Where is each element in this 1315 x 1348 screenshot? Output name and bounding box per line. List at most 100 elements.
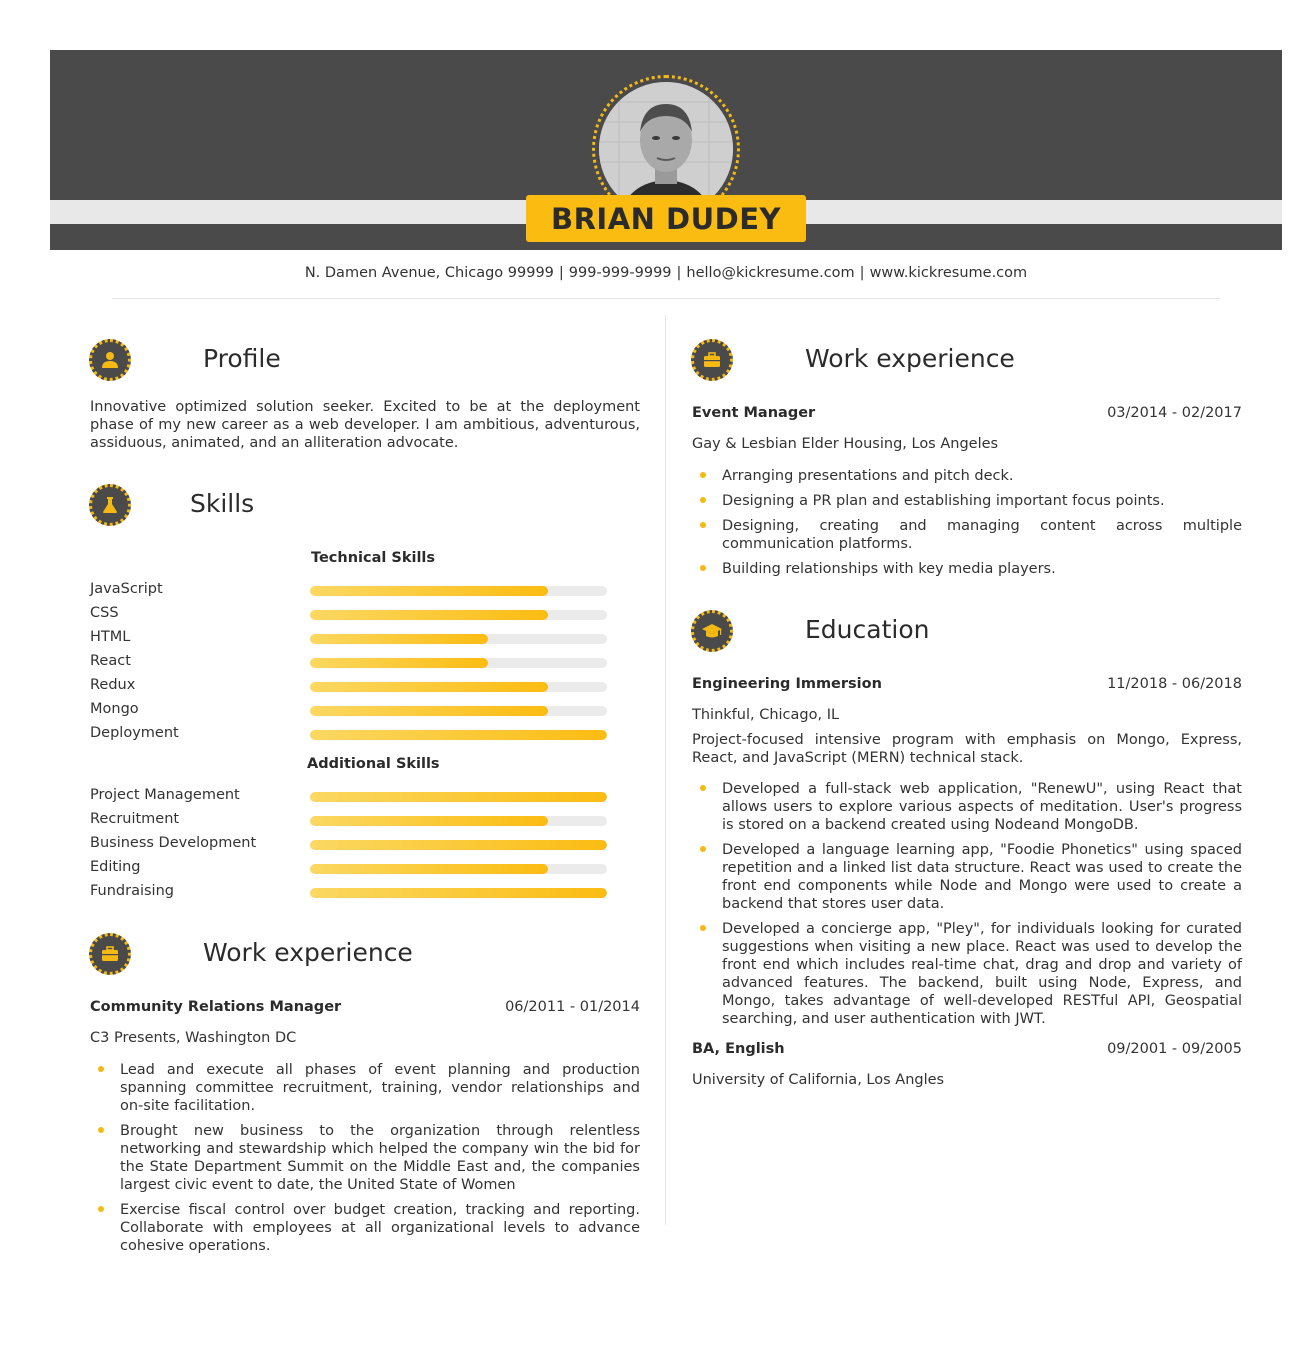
job-bullets: Lead and execute all phases of event pla… [90, 1061, 640, 1262]
skill-bar-track [310, 610, 607, 620]
education-title: Engineering Immersion [692, 676, 882, 692]
skill-label: Recruitment [90, 811, 180, 827]
skill-bar-track [310, 730, 607, 740]
skill-row: React [90, 650, 607, 674]
name-plate: BRIAN DUDEY [526, 195, 806, 242]
skill-bar-fill [310, 706, 548, 716]
education-dates: 11/2018 - 06/2018 [1107, 676, 1242, 692]
skill-row: Recruitment [90, 808, 607, 832]
bullet-text: Designing a PR plan and establishing imp… [722, 493, 1165, 509]
skill-row: CSS [90, 602, 607, 626]
skill-row: Deployment [90, 722, 607, 746]
job-dates: 06/2011 - 01/2014 [505, 999, 640, 1015]
skill-label: JavaScript [90, 581, 163, 597]
contact-phone[interactable]: 999-999-9999 [569, 265, 672, 281]
skill-bar-track [310, 792, 607, 802]
skill-label: CSS [90, 605, 119, 621]
job-title: Community Relations Manager [90, 999, 342, 1015]
skill-row: Mongo [90, 698, 607, 722]
list-item: Developed a language learning app, "Food… [692, 841, 1242, 913]
skill-bar-fill [310, 610, 548, 620]
job-organization: Gay & Lesbian Elder Housing, Los Angeles [692, 436, 999, 452]
contact-address: N. Damen Avenue, Chicago 99999 [304, 265, 554, 281]
skill-bar-track [310, 634, 607, 644]
skills-section-title: Skills [190, 489, 255, 518]
skill-label: Fundraising [90, 883, 174, 899]
skill-row: Redux [90, 674, 607, 698]
skill-bar-fill [310, 816, 548, 826]
list-item: Developed a concierge app, "Pley", for i… [692, 920, 1242, 1028]
contact-separator: | [558, 265, 564, 281]
skill-row: Editing [90, 856, 607, 880]
skill-label: HTML [90, 629, 131, 645]
education-institution: Thinkful, Chicago, IL [692, 707, 840, 723]
technical-skills-heading: Technical Skills [311, 550, 436, 566]
skill-label: Business Development [90, 835, 257, 851]
list-item: Exercise fiscal control over budget crea… [90, 1201, 640, 1255]
bullet-text: Developed a concierge app, "Pley", for i… [722, 921, 1242, 1027]
bullet-text: Building relationships with key media pl… [722, 561, 1056, 577]
contact-divider [112, 298, 1220, 299]
skill-bar-track [310, 864, 607, 874]
list-item: Designing, creating and managing content… [692, 517, 1242, 553]
skill-bar-fill [310, 792, 607, 802]
skill-bar-track [310, 586, 607, 596]
skill-label: Editing [90, 859, 141, 875]
bullet-text: Designing, creating and managing content… [722, 518, 1242, 552]
skill-bar-track [310, 658, 607, 668]
user-icon [89, 339, 131, 381]
skill-bar-track [310, 840, 607, 850]
contact-email[interactable]: hello@kickresume.com [686, 265, 854, 281]
bullet-text: Developed a language learning app, "Food… [722, 842, 1242, 912]
skill-row: JavaScript [90, 578, 607, 602]
education-bullets: Developed a full-stack web application, … [692, 780, 1242, 1035]
education-dates: 09/2001 - 09/2005 [1107, 1041, 1242, 1057]
skill-bar-fill [310, 658, 489, 668]
skill-label: React [90, 653, 131, 669]
bullet-text: Brought new business to the organization… [120, 1123, 640, 1193]
list-item: Arranging presentations and pitch deck. [692, 467, 1242, 485]
skill-bar-fill [310, 586, 548, 596]
skill-row: HTML [90, 626, 607, 650]
list-item: Lead and execute all phases of event pla… [90, 1061, 640, 1115]
skill-bar-track [310, 888, 607, 898]
skill-label: Mongo [90, 701, 139, 717]
bullet-text: Exercise fiscal control over budget crea… [120, 1202, 640, 1254]
flask-icon [89, 484, 131, 526]
briefcase-icon [89, 933, 131, 975]
skill-bar-fill [310, 888, 607, 898]
skill-row: Fundraising [90, 880, 607, 904]
work-experience-right-title: Work experience [805, 344, 1015, 373]
skill-label: Redux [90, 677, 136, 693]
contact-line: N. Damen Avenue, Chicago 99999 | 999-999-9… [112, 265, 1220, 281]
skill-label: Deployment [90, 725, 179, 741]
skill-bar-track [310, 706, 607, 716]
education-institution: University of California, Los Angles [692, 1072, 945, 1088]
contact-separator: | [676, 265, 682, 281]
list-item: Brought new business to the organization… [90, 1122, 640, 1194]
contact-separator: | [859, 265, 865, 281]
list-item: Designing a PR plan and establishing imp… [692, 492, 1242, 510]
skill-bar-fill [310, 682, 548, 692]
skill-bar-track [310, 682, 607, 692]
skill-bar-track [310, 816, 607, 826]
bullet-text: Lead and execute all phases of event pla… [120, 1062, 640, 1114]
job-dates: 03/2014 - 02/2017 [1107, 405, 1242, 421]
education-description: Project-focused intensive program with e… [692, 732, 1242, 766]
candidate-name: BRIAN DUDEY [550, 201, 782, 236]
profile-summary: Innovative optimized solution seeker. Ex… [90, 399, 640, 451]
skill-bar-fill [310, 864, 548, 874]
skill-bar-fill [310, 730, 607, 740]
skill-row: Project Management [90, 784, 607, 808]
skill-row: Business Development [90, 832, 607, 856]
education-section-title: Education [805, 615, 930, 644]
contact-website[interactable]: www.kickresume.com [870, 265, 1028, 281]
list-item: Building relationships with key media pl… [692, 560, 1242, 578]
bullet-text: Arranging presentations and pitch deck. [722, 468, 1014, 484]
profile-section-title: Profile [203, 344, 281, 373]
education-title: BA, English [692, 1041, 785, 1057]
skill-bar-fill [310, 840, 607, 850]
bullet-text: Developed a full-stack web application, … [722, 781, 1242, 833]
column-divider [665, 315, 666, 1225]
briefcase-icon [691, 339, 733, 381]
